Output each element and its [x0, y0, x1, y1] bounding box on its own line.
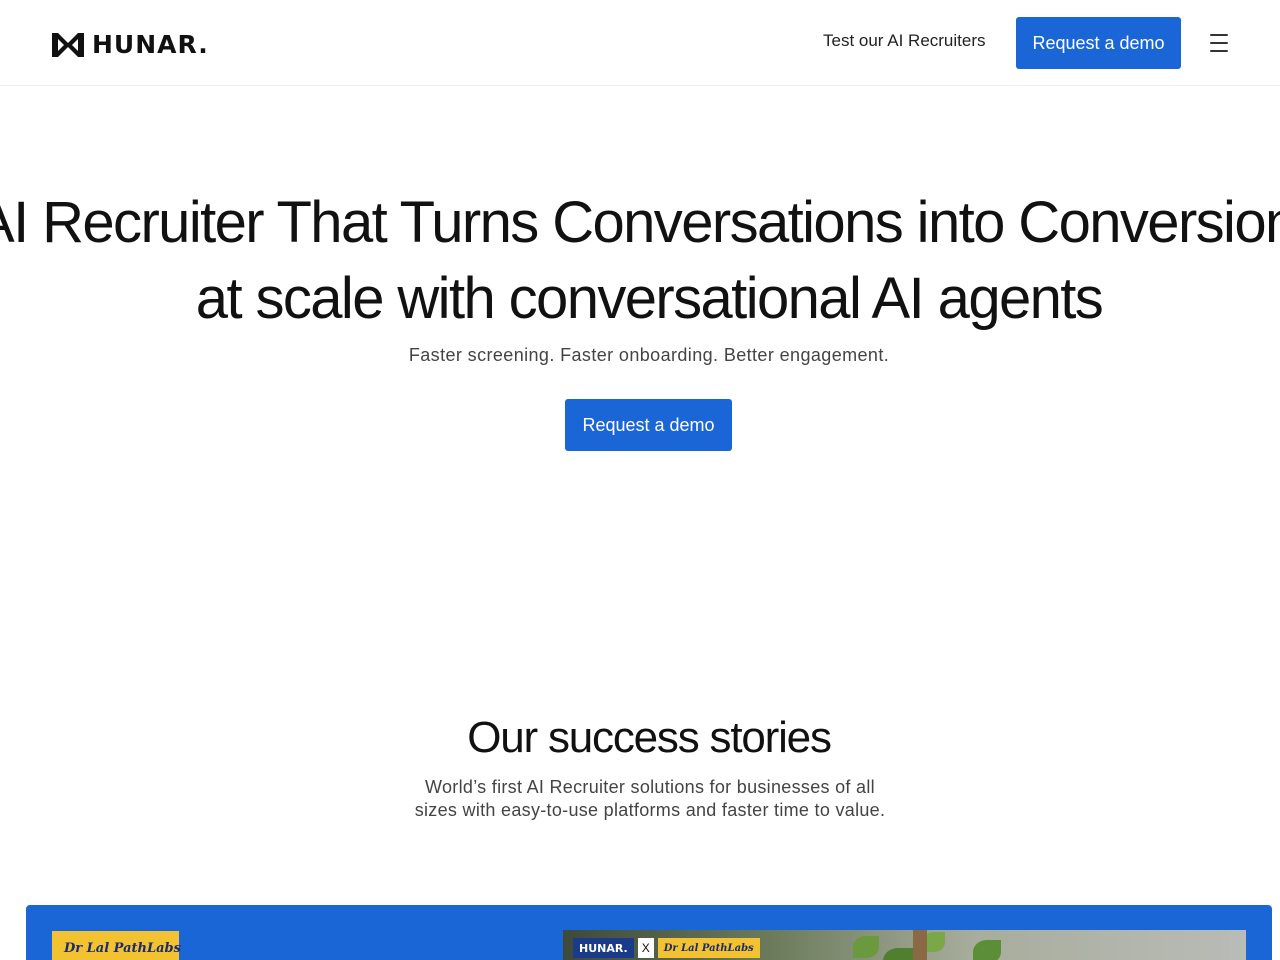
site-header: HUNAR. Test our AI Recruiters Request a … — [0, 0, 1280, 86]
logo-text: HUNAR. — [92, 30, 209, 59]
video-banner-partner: Dr Lal PathLabs — [657, 938, 760, 958]
video-banner-separator: X — [637, 938, 654, 958]
leaf-shape — [883, 948, 913, 960]
partner-logo-text: Dr Lal PathLabs — [64, 940, 181, 956]
test-ai-recruiters-link[interactable]: Test our AI Recruiters — [823, 30, 986, 52]
hamburger-menu-icon[interactable] — [1204, 28, 1234, 58]
leaf-shape — [853, 936, 879, 958]
video-brand-banner: HUNAR. X Dr Lal PathLabs — [573, 938, 760, 958]
partner-logo: Dr Lal PathLabs — [52, 931, 181, 960]
hunar-logo[interactable]: HUNAR. — [50, 30, 209, 60]
leaf-shape — [973, 940, 1001, 960]
menu-bar — [1210, 50, 1228, 52]
hero-title-line1-container: AI Recruiter That Turns Conversations in… — [0, 186, 1280, 260]
menu-bar — [1210, 42, 1228, 44]
hero-subtitle: Faster screening. Faster onboarding. Bet… — [408, 345, 890, 365]
header-request-demo-button[interactable]: Request a demo — [1016, 17, 1181, 69]
video-thumbnail[interactable]: HUNAR. X Dr Lal PathLabs — [563, 930, 1246, 960]
success-stories-subtitle: World’s first AI Recruiter solutions for… — [414, 777, 886, 820]
tree-trunk-shape — [913, 930, 927, 960]
video-banner-hunar: HUNAR. — [573, 938, 634, 958]
success-story-card[interactable]: Dr Lal PathLabs HUNAR. X Dr Lal PathLabs — [26, 905, 1272, 960]
hero-title-line1: AI Recruiter That Turns Conversations in… — [0, 190, 1280, 255]
menu-bar — [1210, 34, 1228, 36]
success-stories-title: Our success stories — [467, 713, 832, 762]
hunar-logo-icon — [52, 33, 84, 57]
hero-title-line2: at scale with conversational AI agents — [195, 266, 1104, 331]
hero-request-demo-button[interactable]: Request a demo — [565, 399, 732, 451]
